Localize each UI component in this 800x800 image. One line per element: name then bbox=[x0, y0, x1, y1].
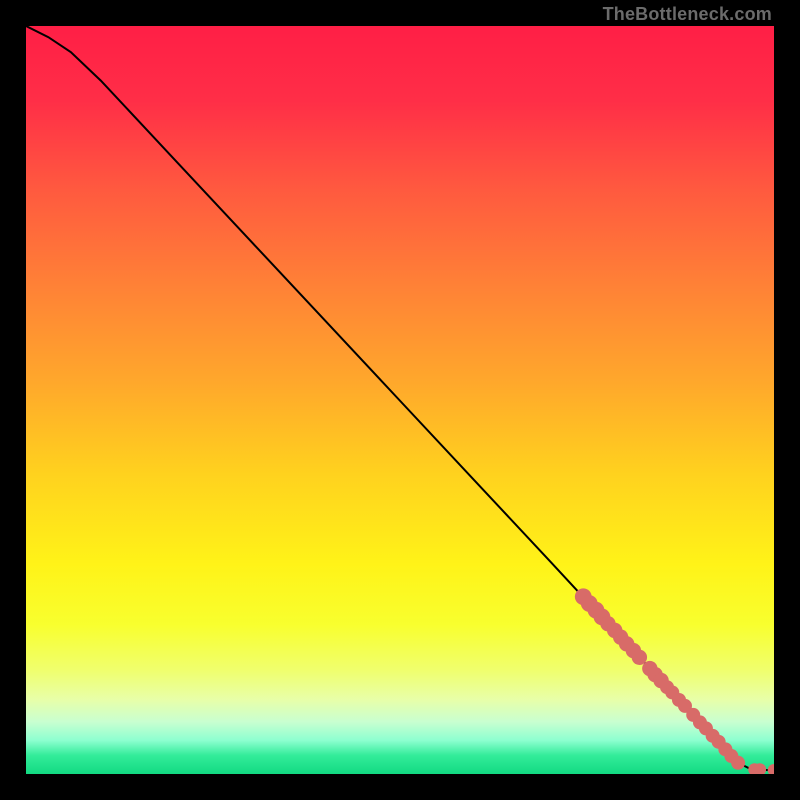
bottleneck-chart bbox=[26, 26, 774, 774]
chart-marker bbox=[632, 650, 647, 665]
chart-frame bbox=[26, 26, 774, 774]
watermark-text: TheBottleneck.com bbox=[603, 4, 772, 25]
chart-marker bbox=[731, 756, 745, 770]
